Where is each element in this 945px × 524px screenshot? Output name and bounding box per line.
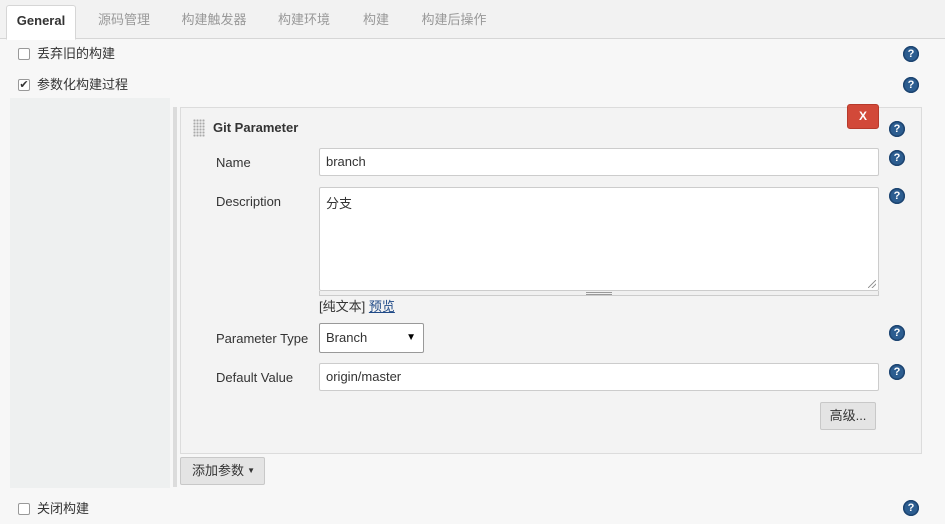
caret-down-icon: ▼ bbox=[406, 332, 416, 343]
markup-format-row: [纯文本] 预览 bbox=[319, 296, 395, 315]
help-icon[interactable]: ? bbox=[889, 188, 905, 204]
name-input[interactable]: branch bbox=[319, 148, 879, 176]
disable-build-checkbox[interactable] bbox=[18, 503, 30, 515]
plain-text-label: [纯文本] bbox=[319, 299, 366, 314]
parameter-type-select[interactable]: Branch ▼ bbox=[319, 323, 424, 353]
tab-post-build[interactable]: 构建后操作 bbox=[410, 5, 498, 39]
description-label: Description bbox=[216, 194, 282, 209]
help-icon[interactable]: ? bbox=[903, 77, 919, 93]
name-label: Name bbox=[216, 155, 251, 170]
discard-old-builds-label: 丢弃旧的构建 bbox=[37, 46, 116, 61]
tab-general[interactable]: General bbox=[6, 5, 76, 40]
parameter-type-value: Branch bbox=[326, 330, 368, 345]
help-icon[interactable]: ? bbox=[903, 46, 919, 62]
discard-old-builds-checkbox[interactable] bbox=[18, 48, 30, 60]
help-icon[interactable]: ? bbox=[889, 150, 905, 166]
expand-grip-icon[interactable] bbox=[586, 292, 612, 295]
description-text: 分支 bbox=[326, 196, 353, 211]
help-icon[interactable]: ? bbox=[889, 121, 905, 137]
caret-down-icon: ▼ bbox=[247, 466, 255, 475]
help-icon[interactable]: ? bbox=[889, 364, 905, 380]
parameter-section-bar bbox=[173, 107, 177, 487]
tab-build[interactable]: 构建 bbox=[352, 5, 400, 39]
delete-parameter-button[interactable]: X bbox=[847, 104, 879, 129]
parameterized-build-checkbox[interactable]: ✔ bbox=[18, 79, 30, 91]
tab-build-triggers[interactable]: 构建触发器 bbox=[172, 5, 256, 39]
resize-handle-icon[interactable] bbox=[868, 280, 876, 288]
parameter-type-label: Parameter Type bbox=[216, 331, 309, 346]
description-textarea[interactable]: 分支 bbox=[319, 187, 879, 291]
parameter-section-indent bbox=[10, 98, 170, 488]
disable-build-label: 关闭构建 bbox=[37, 501, 90, 516]
git-parameter-title: Git Parameter bbox=[213, 120, 299, 135]
help-icon[interactable]: ? bbox=[903, 500, 919, 516]
help-icon[interactable]: ? bbox=[889, 325, 905, 341]
parameterized-build-label: 参数化构建过程 bbox=[37, 77, 129, 92]
advanced-button[interactable]: 高级... bbox=[820, 402, 876, 430]
config-tab-bar: General 源码管理 构建触发器 构建环境 构建 构建后操作 bbox=[0, 0, 945, 40]
preview-link[interactable]: 预览 bbox=[369, 299, 395, 314]
tab-source-code[interactable]: 源码管理 bbox=[86, 5, 162, 39]
default-value-label: Default Value bbox=[216, 370, 294, 385]
add-parameter-label: 添加参数 bbox=[192, 463, 245, 478]
add-parameter-button[interactable]: 添加参数 ▼ bbox=[180, 457, 265, 485]
drag-handle-icon[interactable] bbox=[193, 119, 205, 137]
default-value-input[interactable]: origin/master bbox=[319, 363, 879, 391]
tab-build-environment[interactable]: 构建环境 bbox=[266, 5, 342, 39]
